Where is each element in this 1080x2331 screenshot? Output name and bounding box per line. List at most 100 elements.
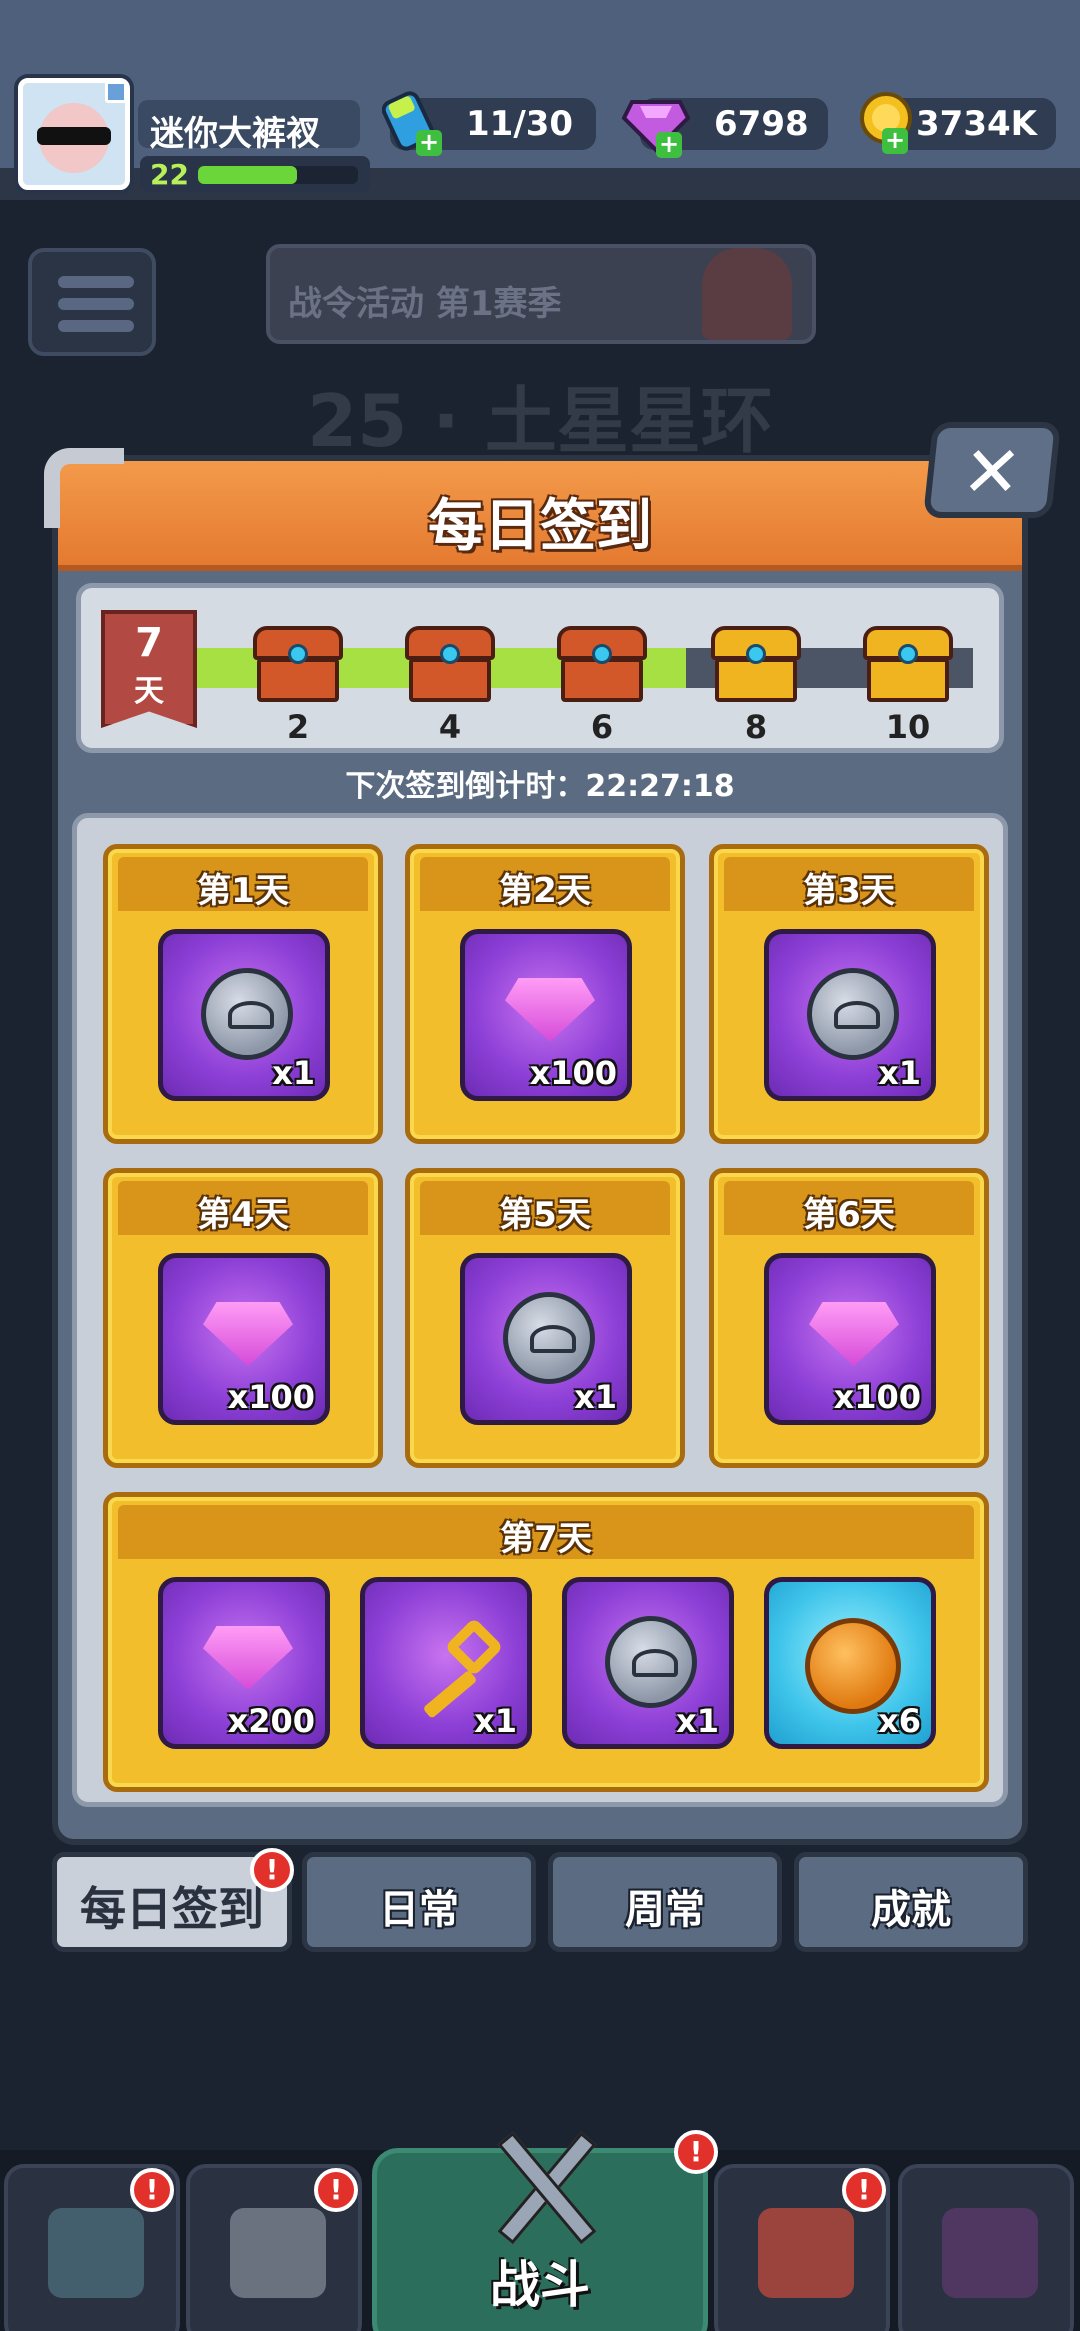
gem-icon bbox=[203, 1302, 293, 1366]
player-avatar[interactable] bbox=[18, 78, 130, 190]
event-character-illustration bbox=[702, 248, 792, 340]
reward-qty: x200 bbox=[227, 1702, 315, 1740]
streak-day-count: 7 bbox=[135, 620, 163, 666]
reward-qty: x1 bbox=[474, 1702, 517, 1740]
day-card-2[interactable]: 第2天 x100 bbox=[405, 844, 685, 1144]
gem-icon bbox=[203, 1626, 293, 1690]
reward-item[interactable]: x100 bbox=[158, 1253, 330, 1425]
alert-badge-icon: ! bbox=[130, 2168, 174, 2212]
silver-coin-icon bbox=[807, 968, 899, 1060]
nav-battle-button[interactable]: 战斗 bbox=[372, 2131, 708, 2331]
day-card-header: 第4天 bbox=[118, 1181, 368, 1235]
reward-item[interactable]: x200 bbox=[158, 1577, 330, 1749]
reward-item[interactable]: x1 bbox=[158, 929, 330, 1101]
silver-coin-icon bbox=[605, 1616, 697, 1708]
reward-qty: x100 bbox=[833, 1378, 921, 1416]
reward-item[interactable]: x1 bbox=[360, 1577, 532, 1749]
gem-add-plus-icon[interactable]: + bbox=[656, 132, 682, 158]
milestone-label: 8 bbox=[744, 708, 768, 746]
tab-daily[interactable]: 日常 bbox=[302, 1852, 536, 1952]
player-level: 22 bbox=[150, 158, 189, 191]
reward-qty: x100 bbox=[227, 1378, 315, 1416]
day-card-7[interactable]: 第7天 x200 x1 x1 x6 bbox=[103, 1492, 989, 1792]
shop-icon bbox=[758, 2208, 854, 2298]
reward-qty: x1 bbox=[272, 1054, 315, 1092]
tab-weekly[interactable]: 周常 bbox=[548, 1852, 782, 1952]
reward-qty: x1 bbox=[574, 1378, 617, 1416]
reward-qty: x1 bbox=[676, 1702, 719, 1740]
energy-battery-icon[interactable]: + bbox=[381, 88, 442, 156]
tab-achievements[interactable]: 成就 bbox=[794, 1852, 1028, 1952]
milestone-chest-red-icon[interactable] bbox=[557, 626, 647, 704]
day-card-1[interactable]: 第1天 x1 bbox=[103, 844, 383, 1144]
reward-item[interactable]: x1 bbox=[460, 1253, 632, 1425]
milestone-label: 10 bbox=[885, 708, 931, 746]
nav-gene-button[interactable] bbox=[898, 2164, 1074, 2331]
avatar-badge-icon bbox=[105, 81, 127, 103]
chest-gem bbox=[288, 644, 308, 664]
key-icon bbox=[407, 1617, 504, 1719]
main-menu-button[interactable] bbox=[28, 248, 156, 356]
day-card-header: 第5天 bbox=[420, 1181, 670, 1235]
day-card-title: 第5天 bbox=[499, 1195, 591, 1235]
alert-badge-icon: ! bbox=[842, 2168, 886, 2212]
xp-bar bbox=[198, 166, 358, 184]
day-card-header: 第2天 bbox=[420, 857, 670, 911]
dialog-title: 每日签到 bbox=[428, 494, 652, 559]
stage-title: 25 · 土星星环 bbox=[307, 379, 773, 463]
reward-item[interactable]: x100 bbox=[460, 929, 632, 1101]
decorative-pipe bbox=[44, 448, 124, 528]
chest-body bbox=[409, 658, 491, 702]
energy-add-plus-icon[interactable]: + bbox=[416, 130, 442, 156]
day-card-title: 第7天 bbox=[500, 1519, 592, 1559]
milestone-chest-red-icon[interactable] bbox=[405, 626, 495, 704]
day-card-title: 第2天 bbox=[499, 871, 591, 911]
close-button[interactable]: ✕ bbox=[922, 422, 1062, 518]
chest-gem bbox=[440, 644, 460, 664]
close-icon: ✕ bbox=[958, 431, 1026, 513]
checkin-progress-panel: 7 天 2 4 6 8 10 bbox=[76, 583, 1004, 753]
gold-coin-icon[interactable]: + bbox=[856, 90, 918, 154]
day-card-5[interactable]: 第5天 x1 bbox=[405, 1168, 685, 1468]
reward-qty: x1 bbox=[878, 1054, 921, 1092]
day-card-title: 第4天 bbox=[197, 1195, 289, 1235]
day-card-header: 第7天 bbox=[118, 1505, 974, 1559]
day-card-header: 第3天 bbox=[724, 857, 974, 911]
battle-pass-event-banner[interactable]: 战令活动 第1赛季 bbox=[266, 244, 816, 344]
reward-item[interactable]: x6 bbox=[764, 1577, 936, 1749]
rewards-panel: 第1天 x1 第2天 x100 第3天 x1 第4天 x100 第5天 x1 第… bbox=[72, 813, 1008, 1807]
gun-icon bbox=[230, 2208, 326, 2298]
chest-body bbox=[561, 658, 643, 702]
key-shaft bbox=[422, 1669, 478, 1719]
milestone-chest-red-icon[interactable] bbox=[253, 626, 343, 704]
day-card-3[interactable]: 第3天 x1 bbox=[709, 844, 989, 1144]
day-card-header: 第1天 bbox=[118, 857, 368, 911]
alert-badge-icon: ! bbox=[674, 2130, 718, 2174]
reward-item[interactable]: x1 bbox=[562, 1577, 734, 1749]
streak-day-unit: 天 bbox=[134, 674, 164, 709]
crossed-swords-icon bbox=[487, 2123, 607, 2245]
daily-checkin-dialog: 每日签到 7 天 2 4 6 8 10 下次签到倒计时：22:27:18 第1天… bbox=[52, 455, 1028, 1845]
xp-bar-fill bbox=[198, 166, 298, 184]
next-checkin-countdown: 下次签到倒计时：22:27:18 bbox=[345, 769, 735, 804]
gem-icon bbox=[505, 978, 595, 1042]
menu-line bbox=[58, 320, 134, 332]
gem-value: 6798 bbox=[714, 104, 809, 144]
silver-coin-icon bbox=[201, 968, 293, 1060]
chest-gem bbox=[592, 644, 612, 664]
milestone-chest-gold-icon[interactable] bbox=[863, 626, 953, 704]
gold-add-plus-icon[interactable]: + bbox=[882, 128, 908, 154]
armor-icon bbox=[48, 2208, 144, 2298]
player-name-box: 迷你大裤衩 bbox=[138, 100, 360, 154]
nav-battle-label: 战斗 bbox=[490, 2256, 590, 2314]
gem-icon[interactable]: + bbox=[621, 96, 691, 158]
tab-label: 每日签到 bbox=[80, 1882, 264, 1936]
chest-body bbox=[257, 658, 339, 702]
reward-item[interactable]: x100 bbox=[764, 1253, 936, 1425]
milestone-label: 6 bbox=[590, 708, 614, 746]
milestone-chest-gold-icon[interactable] bbox=[711, 626, 801, 704]
day-card-6[interactable]: 第6天 x100 bbox=[709, 1168, 989, 1468]
reward-item[interactable]: x1 bbox=[764, 929, 936, 1101]
alert-badge-icon: ! bbox=[250, 1848, 294, 1892]
day-card-4[interactable]: 第4天 x100 bbox=[103, 1168, 383, 1468]
